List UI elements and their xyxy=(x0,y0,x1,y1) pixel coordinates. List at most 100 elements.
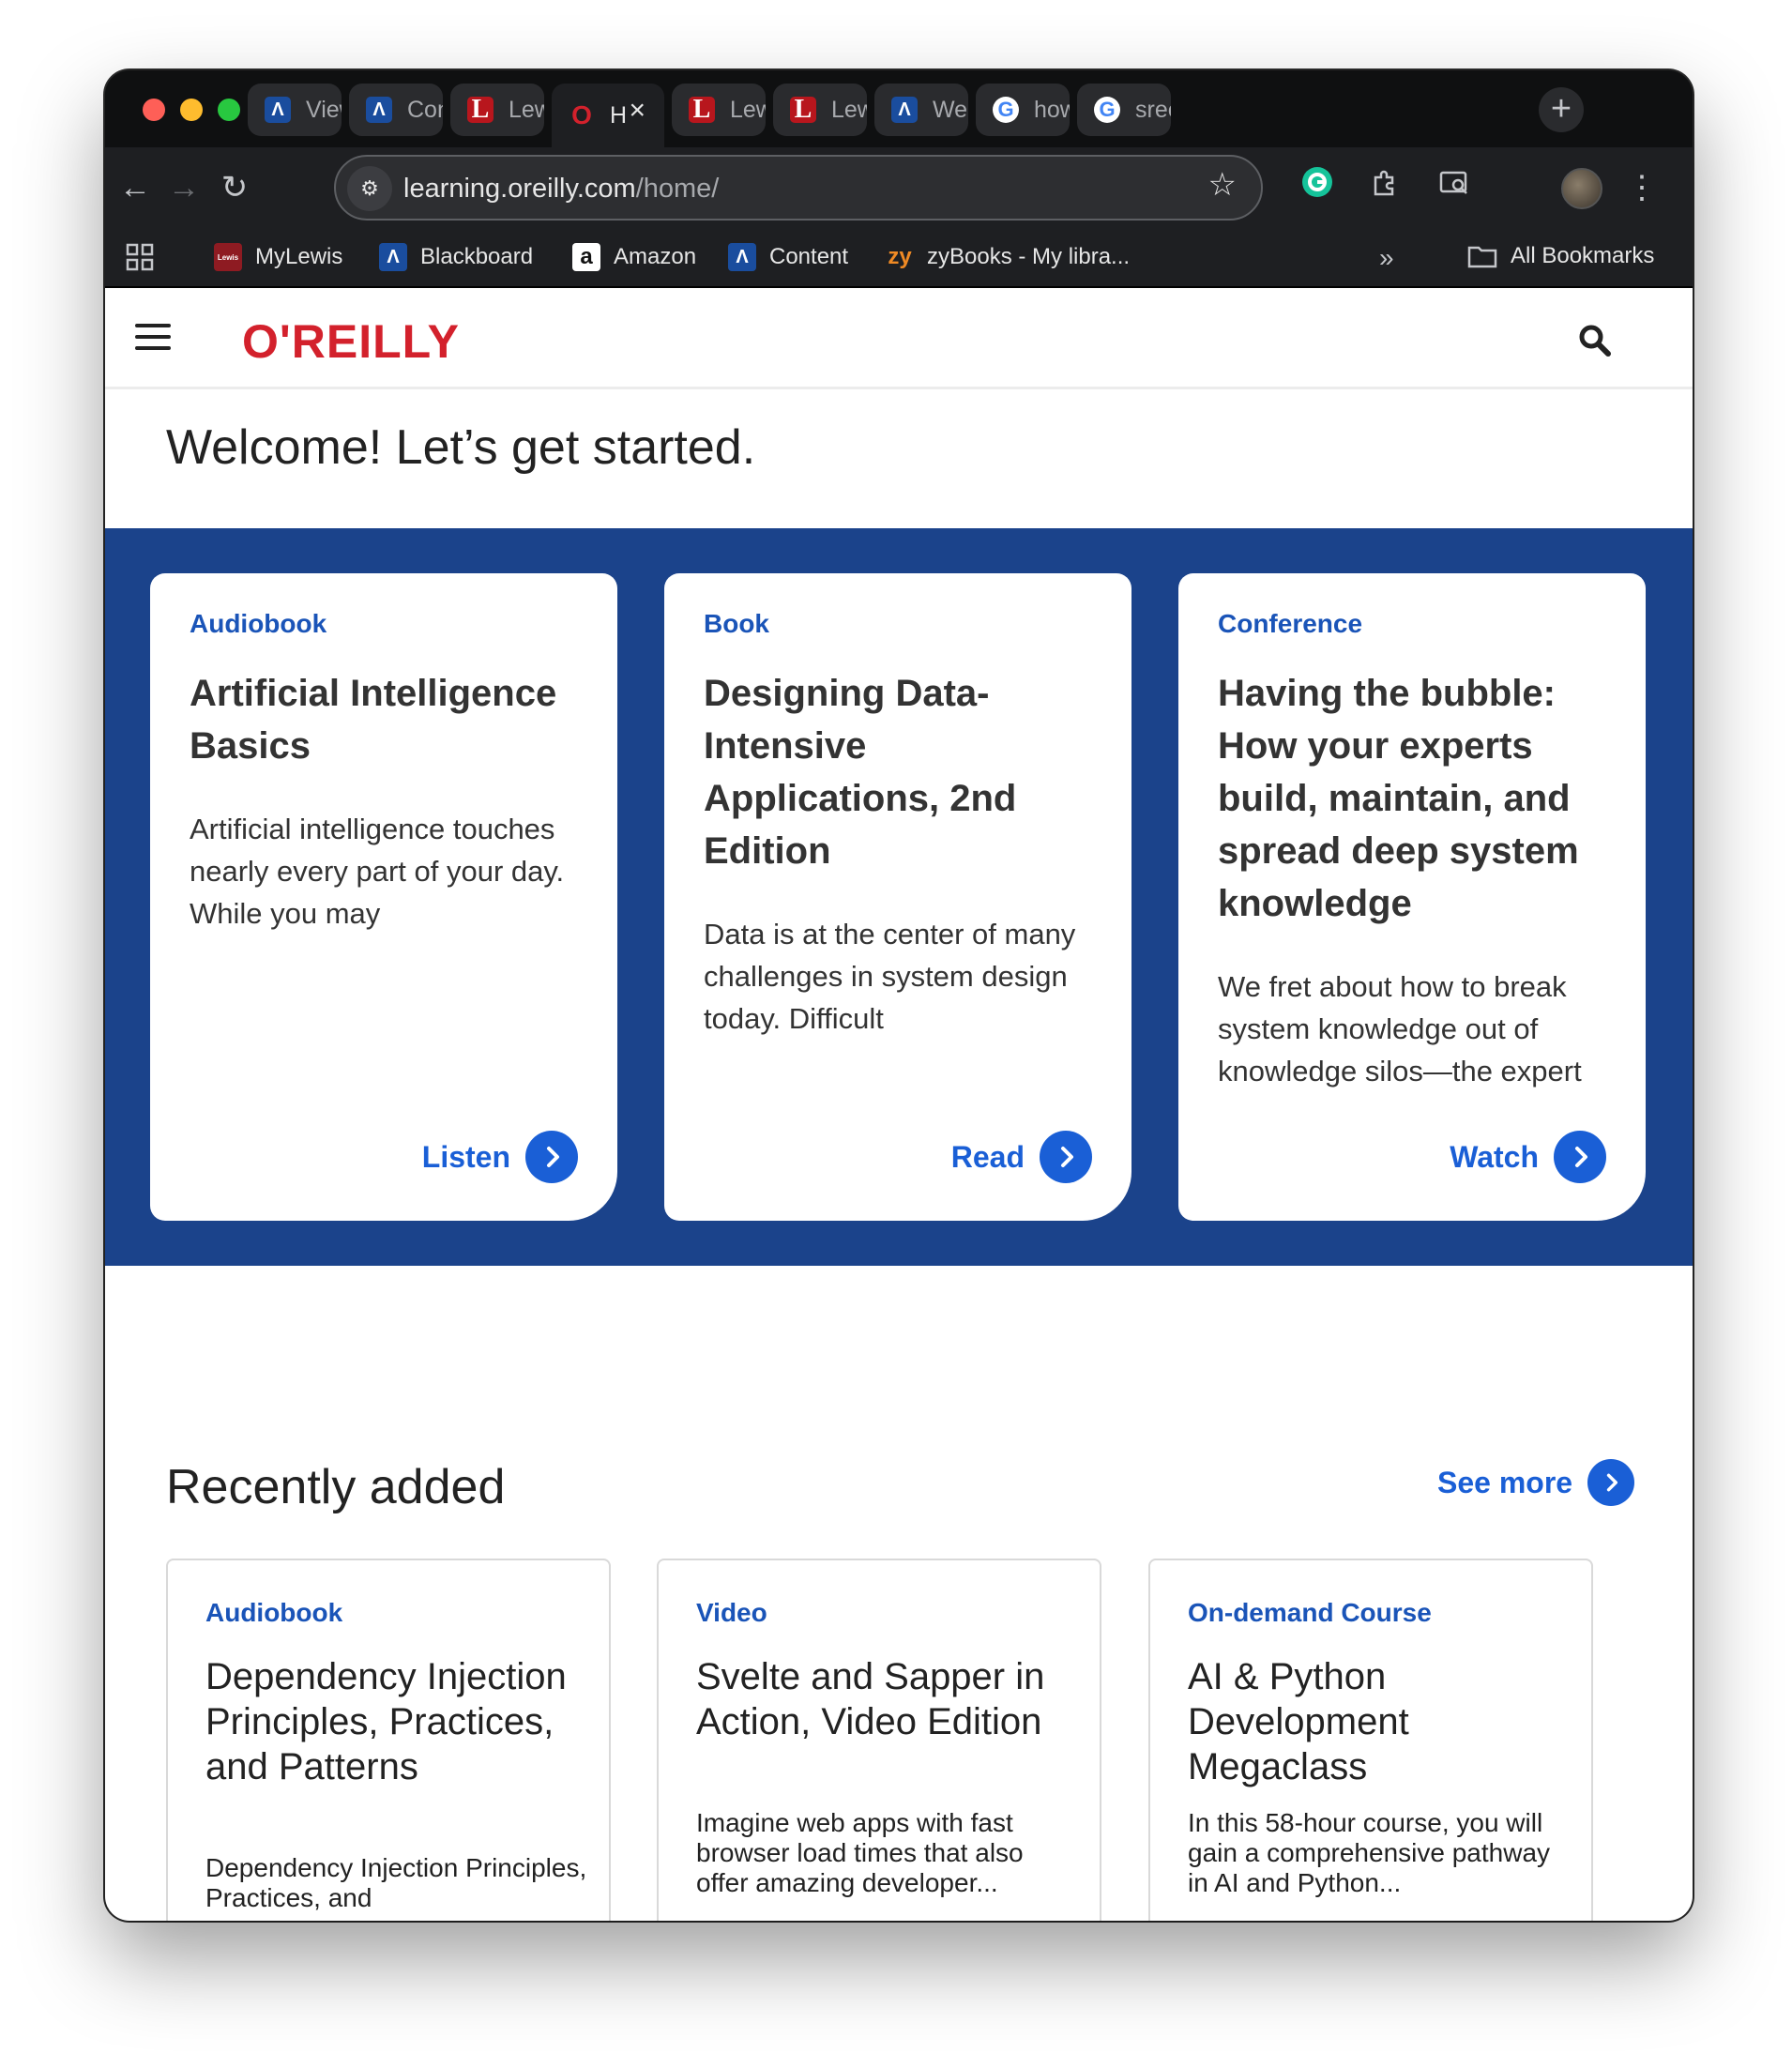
extensions-icon[interactable] xyxy=(1362,166,1407,211)
tab-google-how[interactable]: G how xyxy=(976,84,1070,136)
card-title[interactable]: Artificial Intelligence Basics xyxy=(190,667,593,772)
tab-label: Lewi xyxy=(730,96,766,123)
folder-icon xyxy=(1467,246,1497,268)
hamburger-menu-icon[interactable] xyxy=(135,324,171,352)
google-icon: G xyxy=(993,97,1019,123)
site-info-icon[interactable]: ⚙ xyxy=(347,166,392,211)
amazon-icon: a xyxy=(572,243,600,271)
content-type-label: Audiobook xyxy=(190,609,327,638)
tab-google-sreer[interactable]: G sreer xyxy=(1077,84,1171,136)
tab-lewis[interactable]: L Lewi xyxy=(450,84,544,136)
forward-icon[interactable]: → xyxy=(161,166,206,211)
featured-card[interactable]: Conference Having the bubble: How your e… xyxy=(1178,573,1646,1221)
bookmark-label: Amazon xyxy=(614,244,697,269)
cta-label: Read xyxy=(950,1139,1025,1174)
menu-kebab-icon[interactable]: ⋮ xyxy=(1619,166,1664,211)
minimize-window-button[interactable] xyxy=(180,99,203,121)
apps-grid-icon[interactable] xyxy=(126,243,154,271)
content-type-label: Video xyxy=(696,1598,767,1627)
featured-card[interactable]: Book Designing Data-Intensive Applicatio… xyxy=(664,573,1131,1221)
grammarly-icon[interactable] xyxy=(1295,166,1340,211)
welcome-heading: Welcome! Let’s get started. xyxy=(166,420,756,475)
card-title[interactable]: Designing Data-Intensive Applications, 2… xyxy=(704,667,1107,877)
url-host: learning.oreilly.com xyxy=(403,174,636,204)
chevron-right-icon xyxy=(1040,1131,1092,1183)
card-title[interactable]: Svelte and Sapper in Action, Video Editi… xyxy=(696,1654,1090,1744)
tab-label: Cont xyxy=(407,96,443,123)
tab-label: Lewi xyxy=(831,96,867,123)
tab-lewis[interactable]: L Lewi xyxy=(672,84,766,136)
card-title[interactable]: Having the bubble: How your experts buil… xyxy=(1218,667,1621,930)
listen-button[interactable]: Listen xyxy=(422,1131,578,1183)
url-path: /home/ xyxy=(635,174,720,204)
close-window-button[interactable] xyxy=(143,99,165,121)
tab-content[interactable]: Cont xyxy=(349,84,443,136)
tab-welcome[interactable]: Welc xyxy=(874,84,968,136)
bookmark-amazon[interactable]: a Amazon xyxy=(572,243,696,271)
profile-avatar[interactable] xyxy=(1561,168,1602,209)
bookmark-star-icon[interactable]: ☆ xyxy=(1208,166,1237,204)
card-description: We fret about how to break system knowle… xyxy=(1218,970,1582,1087)
bookmark-mylewis[interactable]: Lewis MyLewis xyxy=(214,243,342,271)
tab-view[interactable]: View xyxy=(248,84,342,136)
browser-window: View Cont L Lewi O H × L Lewi L Lewi xyxy=(105,70,1693,1921)
bookmark-label: Content xyxy=(769,244,849,269)
search-icon[interactable] xyxy=(1576,322,1614,359)
watch-button[interactable]: Watch xyxy=(1450,1131,1606,1183)
chevron-right-icon xyxy=(525,1131,578,1183)
card-title[interactable]: Dependency Injection Principles, Practic… xyxy=(205,1654,600,1789)
recent-card[interactable]: Audiobook Dependency Injection Principle… xyxy=(166,1559,611,1921)
bookmark-blackboard[interactable]: Blackboard xyxy=(379,243,533,271)
bookmark-zybooks[interactable]: zy zyBooks - My libra... xyxy=(886,243,1130,271)
tab-label: how xyxy=(1034,96,1070,123)
oreilly-logo[interactable]: O'REILLY xyxy=(242,314,460,369)
recent-card[interactable]: Video Svelte and Sapper in Action, Video… xyxy=(657,1559,1101,1921)
overflow-chevron-icon: » xyxy=(1379,243,1394,272)
browser-toolbar: ← → ↻ ⚙ learning.oreilly.com/home/ ☆ ⋮ xyxy=(105,147,1693,230)
all-bookmarks-button[interactable]: All Bookmarks xyxy=(1467,243,1654,269)
card-description: Dependency Injection Principles, Practic… xyxy=(205,1853,587,1912)
zybooks-icon: zy xyxy=(888,244,912,269)
content-type-label: Book xyxy=(704,609,769,638)
bookmark-content[interactable]: Content xyxy=(728,243,848,271)
anthology-icon xyxy=(891,97,918,123)
content-type-label: On-demand Course xyxy=(1188,1598,1432,1627)
card-description: Data is at the center of many challenges… xyxy=(704,918,1076,1035)
tab-label: Lewi xyxy=(509,96,544,123)
reload-icon[interactable]: ↻ xyxy=(212,166,257,211)
url-text[interactable]: learning.oreilly.com/home/ xyxy=(403,174,719,205)
oreilly-icon: O xyxy=(571,100,592,129)
bookmarks-overflow-button[interactable]: » xyxy=(1379,243,1394,273)
card-description: Imagine web apps with fast browser load … xyxy=(696,1808,1024,1897)
back-icon[interactable]: ← xyxy=(113,166,158,211)
bookmark-label: All Bookmarks xyxy=(1511,243,1655,268)
tab-strip: View Cont L Lewi O H × L Lewi L Lewi xyxy=(105,70,1693,147)
cta-label: Listen xyxy=(421,1139,510,1174)
new-tab-button[interactable]: + xyxy=(1539,87,1584,132)
close-tab-icon[interactable]: × xyxy=(629,95,645,127)
see-more-link[interactable]: See more xyxy=(1437,1459,1635,1506)
featured-carousel: Audiobook Artificial Intelligence Basics… xyxy=(105,528,1693,1266)
bookmark-label: Blackboard xyxy=(420,244,534,269)
read-button[interactable]: Read xyxy=(951,1131,1092,1183)
zoom-window-button[interactable] xyxy=(218,99,240,121)
featured-card[interactable]: Audiobook Artificial Intelligence Basics… xyxy=(150,573,617,1221)
content-type-label: Audiobook xyxy=(205,1598,343,1627)
see-more-label: See more xyxy=(1437,1465,1573,1499)
site-header: O'REILLY xyxy=(105,288,1693,389)
tab-lewis[interactable]: L Lewi xyxy=(773,84,867,136)
bookmark-label: zyBooks - My libra... xyxy=(927,244,1131,269)
chevron-right-icon xyxy=(1554,1131,1606,1183)
tab-search-icon[interactable] xyxy=(1432,166,1477,211)
anthology-icon xyxy=(265,97,291,123)
lewis-icon: L xyxy=(467,95,494,124)
google-icon: G xyxy=(1094,97,1120,123)
page-content: O'REILLY Welcome! Let’s get started. Aud… xyxy=(105,288,1693,1921)
chevron-right-icon xyxy=(1587,1459,1635,1506)
recent-card[interactable]: On-demand Course AI & Python Development… xyxy=(1148,1559,1593,1921)
lewis-icon: L xyxy=(790,95,816,124)
section-heading-recently-added: Recently added xyxy=(166,1460,506,1514)
tab-oreilly-home[interactable]: O H × xyxy=(552,84,664,147)
card-title[interactable]: AI & Python Development Megaclass xyxy=(1188,1654,1582,1789)
address-bar[interactable]: ⚙ learning.oreilly.com/home/ ☆ xyxy=(334,155,1263,221)
